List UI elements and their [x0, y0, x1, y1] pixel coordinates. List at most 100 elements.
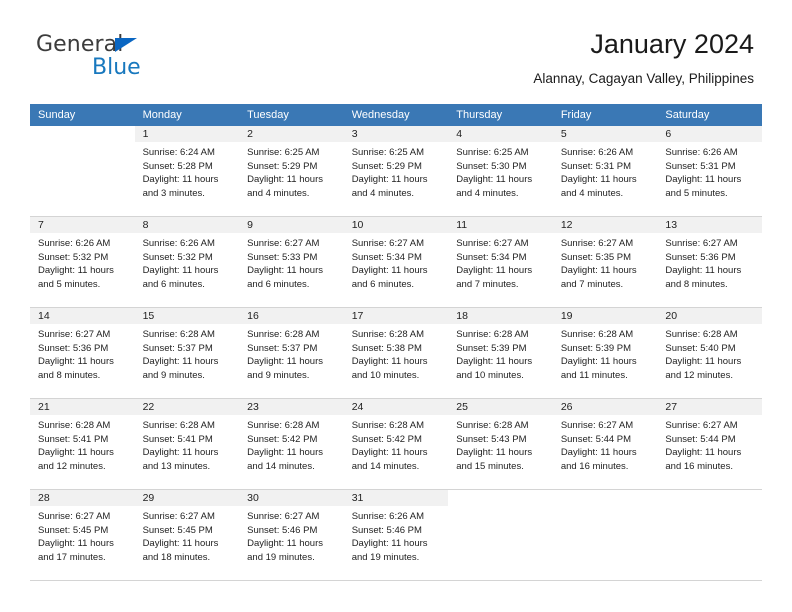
calendar-day-cell[interactable]: 4 Sunrise: 6:25 AM Sunset: 5:30 PM Daylight… — [448, 126, 553, 217]
day-number — [657, 490, 762, 506]
sunrise-sunset-calendar-table: Sunday Monday Tuesday Wednesday Thursday… — [30, 104, 762, 581]
day-number: 3 — [343, 126, 449, 142]
day-cell-inner: 7 Sunrise: 6:26 AM Sunset: 5:32 PM Daylight… — [30, 217, 135, 307]
calendar-day-cell[interactable]: 22 Sunrise: 6:28 AM Sunset: 5:41 PM Dayligh… — [134, 398, 240, 490]
daylight-text: Daylight: 11 hours and 4 minutes. — [456, 174, 533, 199]
calendar-day-cell[interactable]: 5 Sunrise: 6:26 AM Sunset: 5:31 PM Daylight… — [552, 126, 658, 217]
daylight-text: Daylight: 11 hours and 16 minutes. — [665, 447, 742, 472]
calendar-day-cell[interactable]: 30 Sunrise: 6:27 AM Sunset: 5:46 PM Dayligh… — [239, 489, 344, 581]
day-details: Sunrise: 6:28 AM Sunset: 5:42 PM Daylight:… — [344, 415, 449, 473]
sunset-text: Sunset: 5:41 PM — [142, 433, 213, 445]
day-cell-inner: 10 Sunrise: 6:27 AM Sunset: 5:34 PM Dayligh… — [343, 217, 449, 307]
calendar-day-cell[interactable]: 31 Sunrise: 6:26 AM Sunset: 5:46 PM Dayligh… — [343, 489, 449, 581]
daylight-text: Daylight: 11 hours and 6 minutes. — [247, 265, 323, 290]
location-subtitle: Alannay, Cagayan Valley, Philippines — [533, 71, 754, 86]
sunset-text: Sunset: 5:29 PM — [351, 160, 422, 172]
day-cell-inner: 23 Sunrise: 6:28 AM Sunset: 5:42 PM Dayligh… — [239, 399, 344, 489]
day-cell-inner — [553, 490, 658, 580]
daylight-text: Daylight: 11 hours and 5 minutes. — [665, 174, 742, 199]
daylight-text: Daylight: 11 hours and 8 minutes. — [665, 265, 742, 290]
sunrise-text: Sunrise: 6:28 AM — [247, 420, 320, 431]
daylight-text: Daylight: 11 hours and 13 minutes. — [142, 447, 219, 472]
calendar-day-cell[interactable]: 28 Sunrise: 6:27 AM Sunset: 5:45 PM Dayligh… — [30, 489, 135, 581]
day-cell-inner: 17 Sunrise: 6:28 AM Sunset: 5:38 PM Dayligh… — [343, 308, 449, 398]
day-number: 24 — [343, 399, 449, 415]
day-cell-inner: 8 Sunrise: 6:26 AM Sunset: 5:32 PM Daylight… — [134, 217, 240, 307]
calendar-day-cell[interactable]: 23 Sunrise: 6:28 AM Sunset: 5:42 PM Dayligh… — [239, 398, 344, 490]
calendar-day-cell[interactable]: 26 Sunrise: 6:27 AM Sunset: 5:44 PM Dayligh… — [552, 398, 658, 490]
sunset-text: Sunset: 5:42 PM — [351, 433, 422, 445]
weekday-header-friday: Friday — [552, 104, 658, 126]
sunrise-text: Sunrise: 6:24 AM — [142, 147, 215, 158]
daylight-text: Daylight: 11 hours and 9 minutes. — [247, 356, 323, 381]
calendar-day-cell[interactable]: 9 Sunrise: 6:27 AM Sunset: 5:33 PM Daylight… — [239, 216, 344, 308]
title-block: January 2024 Alannay, Cagayan Valley, Ph… — [533, 28, 754, 88]
daylight-text: Daylight: 11 hours and 16 minutes. — [560, 447, 637, 472]
calendar-day-cell[interactable]: 15 Sunrise: 6:28 AM Sunset: 5:37 PM Dayligh… — [134, 307, 240, 399]
calendar-day-cell[interactable]: 1 Sunrise: 6:24 AM Sunset: 5:28 PM Daylight… — [134, 126, 240, 217]
calendar-day-cell[interactable]: 6 Sunrise: 6:26 AM Sunset: 5:31 PM Daylight… — [657, 126, 762, 217]
calendar-day-cell[interactable]: 2 Sunrise: 6:25 AM Sunset: 5:29 PM Daylight… — [239, 126, 344, 217]
day-cell-inner: 20 Sunrise: 6:28 AM Sunset: 5:40 PM Dayligh… — [657, 308, 762, 398]
calendar-week-row: 1 Sunrise: 6:24 AM Sunset: 5:28 PM Daylight… — [30, 126, 762, 217]
day-number: 26 — [552, 399, 658, 415]
calendar-day-cell[interactable]: 21 Sunrise: 6:28 AM Sunset: 5:41 PM Dayligh… — [30, 398, 135, 490]
calendar-day-cell[interactable]: 7 Sunrise: 6:26 AM Sunset: 5:32 PM Daylight… — [30, 216, 135, 308]
calendar-day-cell[interactable]: 17 Sunrise: 6:28 AM Sunset: 5:38 PM Dayligh… — [343, 307, 449, 399]
day-number: 19 — [552, 308, 658, 324]
sunrise-text: Sunrise: 6:28 AM — [142, 420, 215, 431]
day-cell-inner: 3 Sunrise: 6:25 AM Sunset: 5:29 PM Daylight… — [343, 126, 449, 216]
sunset-text: Sunset: 5:39 PM — [456, 342, 527, 354]
logo-text-blue: Blue — [92, 55, 141, 80]
calendar-day-cell[interactable]: 20 Sunrise: 6:28 AM Sunset: 5:40 PM Dayligh… — [657, 307, 762, 399]
sunset-text: Sunset: 5:34 PM — [351, 251, 422, 263]
calendar-day-cell[interactable]: 19 Sunrise: 6:28 AM Sunset: 5:39 PM Dayligh… — [552, 307, 658, 399]
day-details: Sunrise: 6:28 AM Sunset: 5:41 PM Daylight:… — [30, 415, 135, 473]
sunset-text: Sunset: 5:33 PM — [247, 251, 318, 263]
daylight-text: Daylight: 11 hours and 17 minutes. — [38, 538, 114, 563]
sunset-text: Sunset: 5:34 PM — [456, 251, 527, 263]
calendar-week-row: 7 Sunrise: 6:26 AM Sunset: 5:32 PM Daylight… — [30, 216, 762, 308]
calendar-day-cell[interactable]: 27 Sunrise: 6:27 AM Sunset: 5:44 PM Dayligh… — [657, 398, 762, 490]
day-details: Sunrise: 6:28 AM Sunset: 5:39 PM Daylight:… — [553, 324, 658, 382]
daylight-text: Daylight: 11 hours and 19 minutes. — [351, 538, 428, 563]
day-number: 12 — [552, 217, 658, 233]
calendar-day-cell[interactable]: 3 Sunrise: 6:25 AM Sunset: 5:29 PM Daylight… — [343, 126, 449, 217]
sunrise-text: Sunrise: 6:26 AM — [665, 147, 738, 158]
calendar-day-cell[interactable]: 18 Sunrise: 6:28 AM Sunset: 5:39 PM Dayligh… — [448, 307, 553, 399]
calendar-day-cell[interactable]: 8 Sunrise: 6:26 AM Sunset: 5:32 PM Daylight… — [134, 216, 240, 308]
sunrise-text: Sunrise: 6:28 AM — [142, 329, 215, 340]
sunset-text: Sunset: 5:45 PM — [38, 524, 109, 536]
calendar-page: General Blue January 2024 Alannay, Cagay… — [0, 0, 792, 612]
sunset-text: Sunset: 5:40 PM — [665, 342, 736, 354]
daylight-text: Daylight: 11 hours and 8 minutes. — [38, 356, 114, 381]
daylight-text: Daylight: 11 hours and 14 minutes. — [247, 447, 323, 472]
day-number: 13 — [657, 217, 762, 233]
sunset-text: Sunset: 5:31 PM — [665, 160, 736, 172]
sunrise-text: Sunrise: 6:26 AM — [560, 147, 634, 158]
calendar-day-cell[interactable]: 11 Sunrise: 6:27 AM Sunset: 5:34 PM Dayligh… — [448, 216, 553, 308]
calendar-day-cell[interactable]: 12 Sunrise: 6:27 AM Sunset: 5:35 PM Dayligh… — [552, 216, 658, 308]
calendar-day-cell[interactable]: 24 Sunrise: 6:28 AM Sunset: 5:42 PM Dayligh… — [343, 398, 449, 490]
day-details: Sunrise: 6:27 AM Sunset: 5:36 PM Daylight:… — [30, 324, 135, 382]
calendar-day-cell[interactable]: 14 Sunrise: 6:27 AM Sunset: 5:36 PM Dayligh… — [30, 307, 135, 399]
daylight-text: Daylight: 11 hours and 11 minutes. — [560, 356, 637, 381]
sunrise-text: Sunrise: 6:27 AM — [142, 511, 215, 522]
sunset-text: Sunset: 5:39 PM — [560, 342, 632, 354]
calendar-day-cell[interactable]: 13 Sunrise: 6:27 AM Sunset: 5:36 PM Dayligh… — [657, 216, 762, 308]
generalblue-logo[interactable]: General Blue — [36, 32, 216, 84]
day-cell-inner: 22 Sunrise: 6:28 AM Sunset: 5:41 PM Dayligh… — [134, 399, 240, 489]
day-details: Sunrise: 6:27 AM Sunset: 5:35 PM Daylight:… — [553, 233, 658, 291]
day-number: 22 — [134, 399, 240, 415]
calendar-day-cell[interactable]: 16 Sunrise: 6:28 AM Sunset: 5:37 PM Dayligh… — [239, 307, 344, 399]
calendar-day-cell[interactable]: 29 Sunrise: 6:27 AM Sunset: 5:45 PM Dayligh… — [134, 489, 240, 581]
daylight-text: Daylight: 11 hours and 9 minutes. — [142, 356, 219, 381]
sunrise-text: Sunrise: 6:28 AM — [247, 329, 320, 340]
daylight-text: Daylight: 11 hours and 10 minutes. — [456, 356, 533, 381]
weekday-header-monday: Monday — [134, 104, 240, 126]
sunrise-text: Sunrise: 6:27 AM — [351, 238, 425, 249]
calendar-day-cell[interactable]: 10 Sunrise: 6:27 AM Sunset: 5:34 PM Dayligh… — [343, 216, 449, 308]
calendar-day-cell[interactable]: 25 Sunrise: 6:28 AM Sunset: 5:43 PM Dayligh… — [448, 398, 553, 490]
day-details: Sunrise: 6:26 AM Sunset: 5:31 PM Daylight:… — [657, 142, 762, 200]
day-cell-inner: 13 Sunrise: 6:27 AM Sunset: 5:36 PM Dayligh… — [657, 217, 762, 307]
